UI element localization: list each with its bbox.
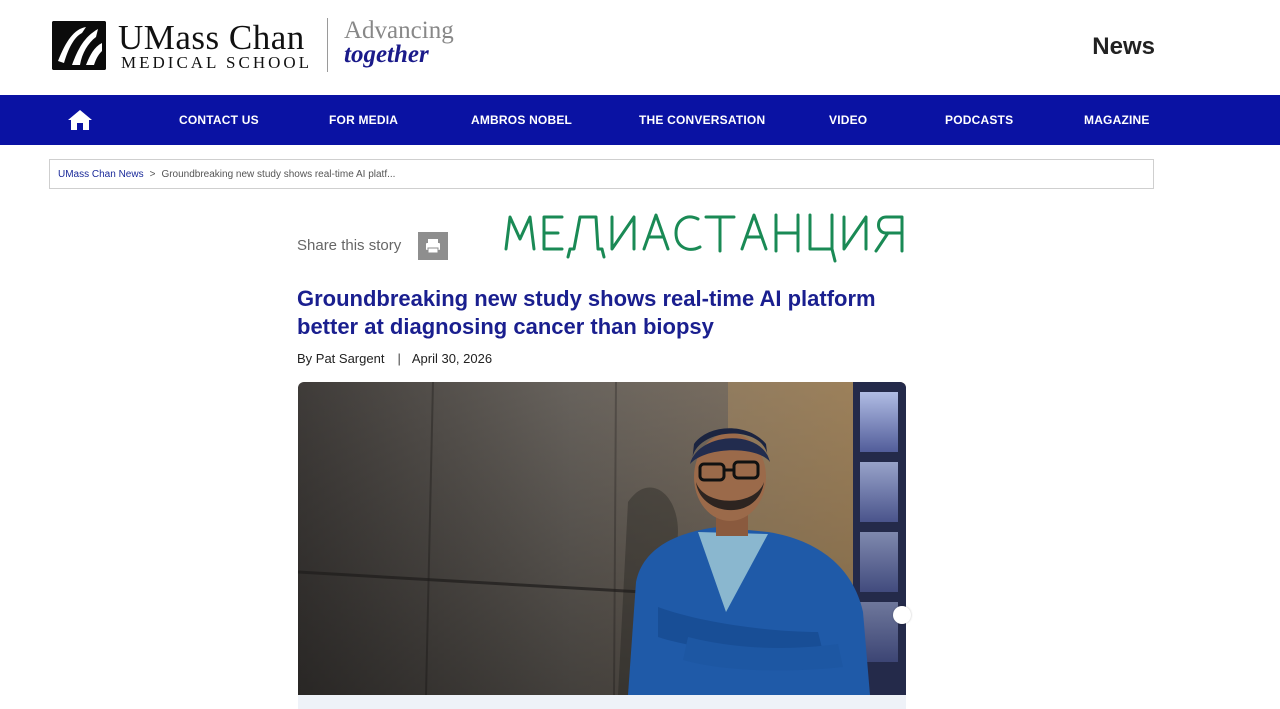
byline: By Pat Sargent | April 30, 2026 xyxy=(297,351,492,366)
article-author[interactable]: By Pat Sargent xyxy=(297,351,384,366)
nav-item-podcasts[interactable]: PODCASTS xyxy=(945,95,1013,145)
hero-caption-strip xyxy=(298,695,906,709)
article-title: Groundbreaking new study shows real-time… xyxy=(297,286,876,339)
brand-name[interactable]: UMass Chan xyxy=(118,18,305,58)
byline-separator: | xyxy=(397,351,401,366)
header-divider xyxy=(327,18,328,72)
share-label: Share this story xyxy=(297,237,402,254)
breadcrumb-current: Groundbreaking new study shows real-time… xyxy=(161,169,396,180)
tagline-bottom: together xyxy=(344,41,429,68)
nav-item-magazine[interactable]: MAGAZINE xyxy=(1084,95,1150,145)
printer-icon[interactable] xyxy=(418,232,448,260)
brand-subname[interactable]: MEDICAL SCHOOL xyxy=(121,53,312,73)
home-icon[interactable] xyxy=(67,109,93,131)
nav-item-ambros-nobel[interactable]: AMBROS NOBEL xyxy=(471,95,572,145)
handwritten-overlay-watermark xyxy=(498,205,938,267)
breadcrumb: UMass Chan News > Groundbreaking new study… xyxy=(49,159,1154,189)
nav-item-contact-us[interactable]: CONTACT US xyxy=(179,95,259,145)
section-title[interactable]: News xyxy=(1092,33,1155,61)
article-date: April 30, 2026 xyxy=(411,351,493,366)
carousel-dot[interactable] xyxy=(893,606,911,624)
site-header: UMass Chan MEDICAL SCHOOL Advancing toge… xyxy=(0,0,1280,95)
nav-item-the-conversation[interactable]: THE CONVERSATION xyxy=(639,95,765,145)
umass-logo-icon[interactable] xyxy=(52,21,106,70)
breadcrumb-root-link[interactable]: UMass Chan News xyxy=(58,169,144,180)
nav-item-for-media[interactable]: FOR MEDIA xyxy=(329,95,398,145)
nav-item-video[interactable]: VIDEO xyxy=(829,95,867,145)
breadcrumb-separator: > xyxy=(149,169,156,180)
article-hero-image xyxy=(298,382,906,695)
main-nav: CONTACT US FOR MEDIA AMBROS NOBEL THE CO… xyxy=(0,95,1280,145)
